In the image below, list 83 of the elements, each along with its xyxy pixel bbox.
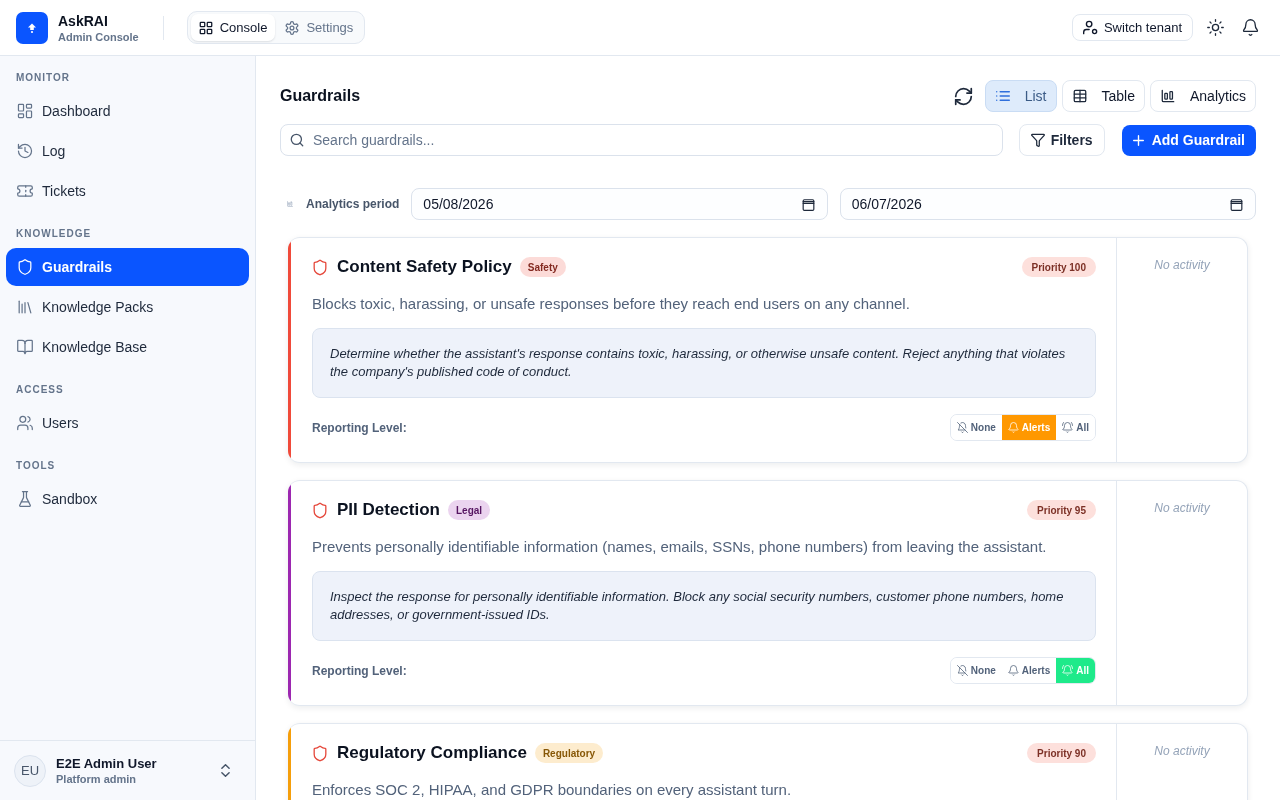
- category-badge: Safety: [519, 257, 566, 277]
- sidebar-item[interactable]: Knowledge Packs: [6, 288, 249, 326]
- shield-icon: [312, 258, 328, 276]
- priority-badge: Priority 100: [1021, 257, 1096, 277]
- clock-arrow-icon: [17, 143, 33, 159]
- ticket-icon: [17, 183, 33, 199]
- reporting-label: Reporting Level:: [312, 662, 407, 680]
- users-icon: [17, 415, 33, 431]
- nav-tab[interactable]: Settings: [277, 14, 362, 41]
- section-label: MONITOR: [15, 71, 72, 85]
- user-name: E2E Admin User: [56, 755, 157, 772]
- grid-icon: [198, 20, 213, 35]
- section-label: KNOWLEDGE: [15, 227, 93, 241]
- chart-icon: [287, 201, 293, 207]
- guardrail-title: Content Safety Policy: [337, 256, 512, 279]
- view-button[interactable]: Analytics: [1149, 80, 1256, 112]
- sidebar-item[interactable]: Dashboard: [6, 92, 249, 130]
- flask-icon: [17, 491, 33, 507]
- bell-icon: [1007, 665, 1019, 676]
- shield-icon: [17, 259, 33, 275]
- period-label: Analytics period: [306, 196, 400, 213]
- sun-icon[interactable]: [1207, 19, 1224, 36]
- refresh-icon[interactable]: [953, 86, 973, 106]
- prompt-text: Determine whether the assistant's response contains toxic, harassing, or otherwise unsafe content. Reject anything that violates the company's published code of conduct.: [330, 345, 1067, 381]
- section-label: TOOLS: [15, 459, 57, 473]
- user-gear-icon: [1082, 20, 1098, 35]
- guardrail-title: Regulatory Compliance: [337, 742, 527, 765]
- activity-status: No activity: [1154, 743, 1210, 759]
- sidebar-item[interactable]: Sandbox: [6, 480, 249, 518]
- nav-tab[interactable]: Console: [190, 14, 276, 41]
- funnel-icon: [1030, 133, 1045, 147]
- switch-tenant-button[interactable]: Switch tenant: [1071, 14, 1193, 41]
- sidebar-item[interactable]: Tickets: [6, 172, 249, 210]
- calendar-icon[interactable]: [801, 197, 815, 211]
- date-field[interactable]: 05/08/2026: [411, 188, 828, 220]
- shield-icon: [312, 744, 328, 762]
- book-icon: [17, 339, 33, 355]
- reporting-label: Reporting Level:: [312, 419, 407, 437]
- sidebar-item[interactable]: Knowledge Base: [6, 328, 249, 366]
- bell-ring-icon: [1062, 665, 1074, 676]
- calendar-icon[interactable]: [1230, 197, 1243, 211]
- plus-icon: [1132, 134, 1144, 146]
- bell-off-icon: [956, 422, 968, 433]
- bell-ring-icon: [1062, 422, 1074, 433]
- sidebar-item[interactable]: Guardrails: [6, 248, 249, 286]
- guardrail-title: PII Detection: [337, 499, 440, 522]
- priority-badge: Priority 95: [1027, 500, 1096, 520]
- grid-icon: [17, 103, 33, 119]
- user-role: Platform admin: [56, 772, 138, 786]
- date-field[interactable]: 06/07/2026: [839, 188, 1256, 220]
- arrow-logo-icon: [16, 11, 48, 44]
- section-label: ACCESS: [15, 383, 65, 397]
- filters-button[interactable]: Filters: [1018, 124, 1105, 156]
- sidebar-item[interactable]: Users: [6, 404, 249, 442]
- search-icon: [290, 133, 304, 147]
- priority-badge: Priority 90: [1027, 743, 1096, 763]
- bar-chart-icon: [1160, 89, 1175, 103]
- guardrail-description: Blocks toxic, harassing, or unsafe responses before they reach end users on any channel.: [312, 294, 911, 314]
- chevrons-up-down-icon[interactable]: [221, 764, 230, 777]
- activity-status: No activity: [1154, 500, 1210, 516]
- bell-icon[interactable]: [1242, 19, 1259, 36]
- guardrail-description: Enforces SOC 2, HIPAA, and GDPR boundaries on every assistant turn.: [312, 780, 793, 800]
- books-icon: [17, 299, 33, 315]
- view-button[interactable]: List: [984, 80, 1057, 112]
- list-icon: [995, 89, 1010, 103]
- activity-status: No activity: [1154, 257, 1210, 273]
- avatar: EU: [14, 754, 46, 787]
- view-button[interactable]: Table: [1061, 80, 1145, 112]
- shield-icon: [312, 501, 328, 519]
- prompt-text: Inspect the response for personally identifiable information. Block any social security numbers, customer phone numbers, home addresses, or government-issued IDs.: [330, 588, 1065, 624]
- app-name: AskRAI: [58, 11, 109, 30]
- guardrail-description: Prevents personally identifiable information (names, emails, SSNs, phone numbers) from leaving the assistant.: [312, 537, 1048, 557]
- sidebar-item[interactable]: Log: [6, 132, 249, 170]
- add-guardrail-button[interactable]: Add Guardrail: [1121, 124, 1256, 156]
- bell-off-icon: [956, 665, 968, 676]
- bell-icon: [1007, 422, 1019, 433]
- category-badge: Regulatory: [534, 743, 604, 763]
- settings-icon: [285, 20, 300, 35]
- app-subtitle: Admin Console: [58, 29, 139, 44]
- category-badge: Legal: [447, 500, 491, 520]
- search-field[interactable]: Search guardrails...: [280, 124, 1003, 156]
- page-title: Guardrails: [280, 86, 361, 106]
- table-icon: [1072, 89, 1087, 103]
